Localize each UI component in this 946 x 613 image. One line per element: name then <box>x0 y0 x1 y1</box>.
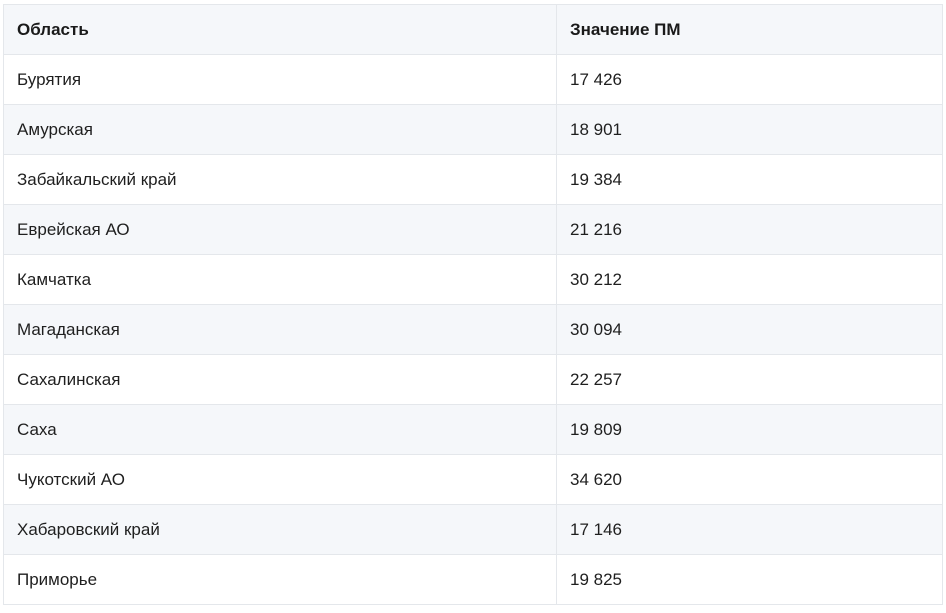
table-row: Камчатка 30 212 <box>3 254 943 305</box>
value-cell: 22 257 <box>556 354 943 405</box>
data-table-container: Область Значение ПМ Бурятия 17 426 Амурс… <box>3 4 943 605</box>
value-cell: 30 094 <box>556 304 943 355</box>
table-row: Забайкальский край 19 384 <box>3 154 943 205</box>
table-row: Чукотский АО 34 620 <box>3 454 943 505</box>
table-header-row: Область Значение ПМ <box>3 4 943 55</box>
table-row: Магаданская 30 094 <box>3 304 943 355</box>
region-cell: Хабаровский край <box>3 504 557 555</box>
value-cell: 21 216 <box>556 204 943 255</box>
region-cell: Бурятия <box>3 54 557 105</box>
table-row: Хабаровский край 17 146 <box>3 504 943 555</box>
table-row: Приморье 19 825 <box>3 554 943 605</box>
value-cell: 17 426 <box>556 54 943 105</box>
value-cell: 19 825 <box>556 554 943 605</box>
table-row: Сахалинская 22 257 <box>3 354 943 405</box>
region-cell: Амурская <box>3 104 557 155</box>
value-cell: 19 809 <box>556 404 943 455</box>
value-cell: 34 620 <box>556 454 943 505</box>
table-row: Саха 19 809 <box>3 404 943 455</box>
table-row: Бурятия 17 426 <box>3 54 943 105</box>
region-cell: Камчатка <box>3 254 557 305</box>
table-row: Еврейская АО 21 216 <box>3 204 943 255</box>
column-header-region: Область <box>3 4 557 55</box>
value-cell: 19 384 <box>556 154 943 205</box>
data-table: Область Значение ПМ Бурятия 17 426 Амурс… <box>3 4 943 605</box>
value-cell: 17 146 <box>556 504 943 555</box>
region-cell: Чукотский АО <box>3 454 557 505</box>
region-cell: Саха <box>3 404 557 455</box>
region-cell: Забайкальский край <box>3 154 557 205</box>
region-cell: Еврейская АО <box>3 204 557 255</box>
value-cell: 18 901 <box>556 104 943 155</box>
table-row: Амурская 18 901 <box>3 104 943 155</box>
region-cell: Приморье <box>3 554 557 605</box>
column-header-value: Значение ПМ <box>556 4 943 55</box>
region-cell: Сахалинская <box>3 354 557 405</box>
region-cell: Магаданская <box>3 304 557 355</box>
value-cell: 30 212 <box>556 254 943 305</box>
